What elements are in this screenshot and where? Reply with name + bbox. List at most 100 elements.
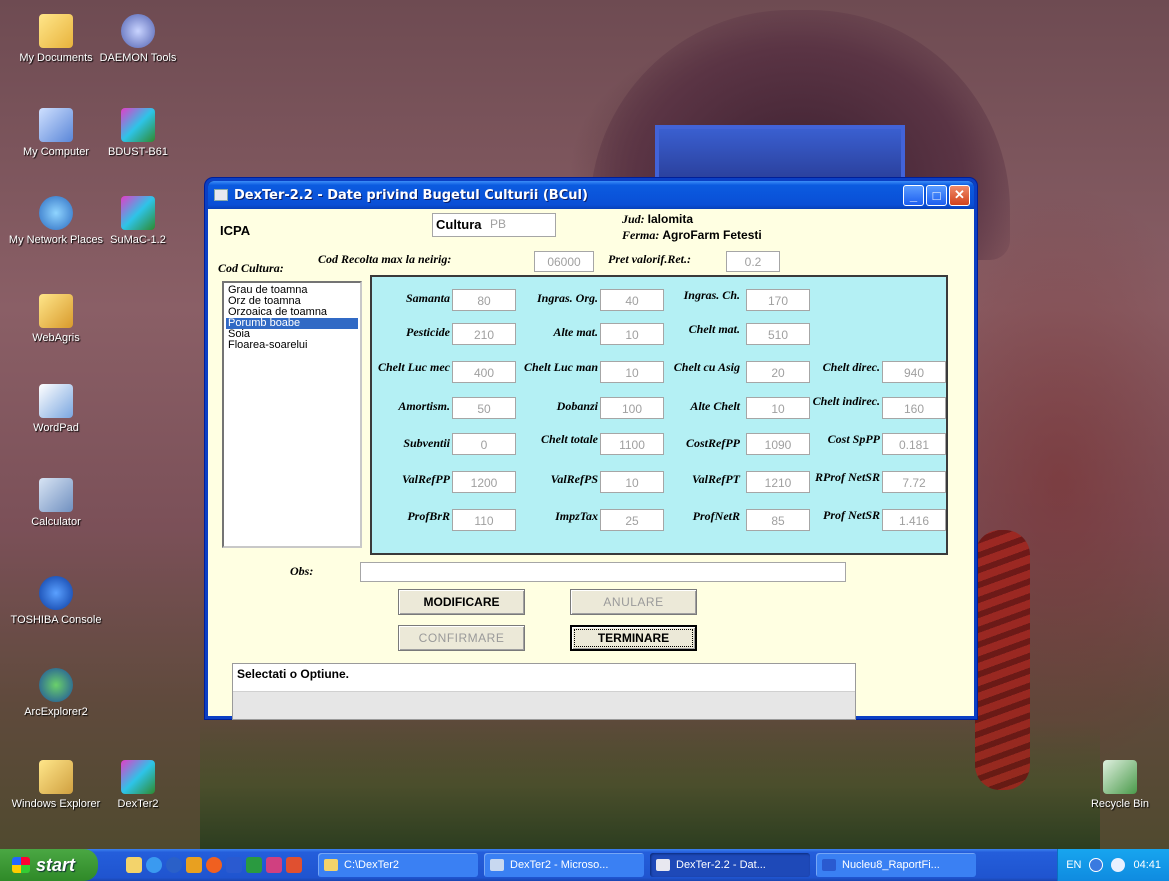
map-app-icon [121,196,155,230]
prof-net-r-field[interactable]: 85 [746,509,810,531]
impz-tax-field[interactable]: 25 [600,509,664,531]
terminare-button[interactable]: TERMINARE [570,625,697,651]
app-icon[interactable] [186,857,202,873]
search-icon[interactable] [1111,858,1126,872]
budget-panel: Samanta 80 Ingras. Org. 40 Ingras. Ch. 1… [370,275,948,555]
status-box: Selectati o Optiune. [232,663,856,720]
list-item[interactable]: Floarea-soarelui [226,340,358,351]
ingras-org-label: Ingras. Org. [536,291,598,305]
task-nucleu8[interactable]: Nucleu8_RaportFi... [816,853,976,877]
desktop-icon-sumac[interactable]: SuMaC-1.2 [90,196,186,247]
media-icon[interactable] [206,857,222,873]
ingras-ch-field[interactable]: 170 [746,289,810,311]
dobanzi-label: Dobanzi [556,399,598,413]
val-ref-pp-field[interactable]: 1200 [452,471,516,493]
desktop-icon-dexter2[interactable]: DexTer2 [90,760,186,811]
alte-chelt-field[interactable]: 10 [746,397,810,419]
word-icon [822,859,836,871]
chelt-luc-man-label: Chelt Luc man [523,360,598,374]
desktop-icon-calculator[interactable]: Calculator [8,478,104,529]
cost-sp-pp-field[interactable]: 0.181 [882,433,946,455]
desktop-icon-bdust[interactable]: BDUST-B61 [90,108,186,159]
excel-icon[interactable] [246,857,262,873]
ie-icon[interactable] [146,857,162,873]
dobanzi-field[interactable]: 100 [600,397,664,419]
dexter-window: DexTer-2.2 - Date privind Bugetul Cultur… [205,178,977,720]
desktop-icon-webagris[interactable]: WebAgris [8,294,104,345]
chelt-luc-mec-label: Chelt Luc mec [378,360,450,374]
chelt-luc-man-field[interactable]: 10 [600,361,664,383]
cost-ref-pp-field[interactable]: 1090 [746,433,810,455]
ingras-ch-label: Ingras. Ch. [683,288,740,302]
task-dexter2-folder[interactable]: C:\DexTer2 [318,853,478,877]
folder-icon[interactable] [126,857,142,873]
start-button[interactable]: start [0,849,98,881]
explorer-icon [39,760,73,794]
r-prof-net-sr-label: RProf NetSR [814,470,880,484]
access-icon[interactable] [286,857,302,873]
close-button[interactable]: ✕ [949,184,970,206]
task-dexter2-access[interactable]: DexTer2 - Microso... [484,853,644,877]
task-dexter-window[interactable]: DexTer-2.2 - Dat... [650,853,810,877]
modificare-button[interactable]: MODIFICARE [398,589,525,615]
globe-icon [39,668,73,702]
chevron-left-icon[interactable] [1089,858,1104,872]
cod-recolta-field[interactable]: 06000 [534,251,594,272]
alte-chelt-label: Alte Chelt [690,399,740,413]
culturi-list[interactable]: Grau de toamna Orz de toamna Orzoaica de… [222,281,362,548]
obs-label: Obs: [290,564,314,578]
chelt-totale-field[interactable]: 1100 [600,433,664,455]
samanta-field[interactable]: 80 [452,289,516,311]
chelt-indirec-label: Chelt indirec. [812,394,880,408]
chelt-direc-field[interactable]: 940 [882,361,946,383]
chelt-direc-label: Chelt direc. [822,360,880,374]
alte-mat-field[interactable]: 10 [600,323,664,345]
maximize-button[interactable]: □ [926,184,947,206]
subventii-label: Subventii [403,436,450,450]
wallpaper-window [655,125,905,185]
confirmare-button[interactable]: CONFIRMARE [398,625,525,651]
desktop-icon-toshiba[interactable]: TOSHIBA Console [8,576,104,627]
cultura-label: Cultura [436,217,482,232]
cultura-value[interactable]: PB [490,217,506,231]
chelt-indirec-field[interactable]: 160 [882,397,946,419]
word-icon[interactable] [226,857,242,873]
chelt-luc-mec-field[interactable]: 400 [452,361,516,383]
chelt-cu-asig-field[interactable]: 20 [746,361,810,383]
wallpaper-chili [975,530,1030,790]
desktop-icon-recycle-bin[interactable]: Recycle Bin [1072,760,1168,811]
ie-icon[interactable] [166,857,182,873]
anulare-button[interactable]: ANULARE [570,589,697,615]
prof-net-sr-field[interactable]: 1.416 [882,509,946,531]
desktop-icon-daemon-tools[interactable]: DAEMON Tools [90,14,186,65]
desktop-icon-arcexplorer[interactable]: ArcExplorer2 [8,668,104,719]
prof-br-r-field[interactable]: 110 [452,509,516,531]
window-icon [656,859,670,871]
clock[interactable]: 04:41 [1133,859,1161,871]
amortism-field[interactable]: 50 [452,397,516,419]
impz-tax-label: ImpzTax [555,509,598,523]
val-ref-ps-field[interactable]: 10 [600,471,664,493]
language-indicator[interactable]: EN [1066,859,1081,871]
prof-net-sr-label: Prof NetSR [823,508,880,522]
folder-icon [39,14,73,48]
pesticide-field[interactable]: 210 [452,323,516,345]
window-titlebar[interactable]: DexTer-2.2 - Date privind Bugetul Cultur… [208,181,974,209]
ingras-org-field[interactable]: 40 [600,289,664,311]
ferma-label: Ferma: AgroFarm Fetesti [622,228,762,242]
calculator-icon [39,478,73,512]
r-prof-net-sr-field[interactable]: 7.72 [882,471,946,493]
powerpoint-icon[interactable] [266,857,282,873]
pesticide-label: Pesticide [406,325,450,339]
pret-field[interactable]: 0.2 [726,251,780,272]
val-ref-pt-field[interactable]: 1210 [746,471,810,493]
obs-field[interactable] [360,562,846,582]
val-ref-pp-label: ValRefPP [402,472,450,486]
desktop-icon-wordpad[interactable]: WordPad [8,384,104,435]
org-label: ICPA [220,223,251,238]
minimize-button[interactable]: _ [903,184,924,206]
map-app-icon [121,760,155,794]
taskbar: start C:\DexTer2 DexTer2 - Microso... De… [0,849,1169,881]
subventii-field[interactable]: 0 [452,433,516,455]
chelt-mat-field[interactable]: 510 [746,323,810,345]
